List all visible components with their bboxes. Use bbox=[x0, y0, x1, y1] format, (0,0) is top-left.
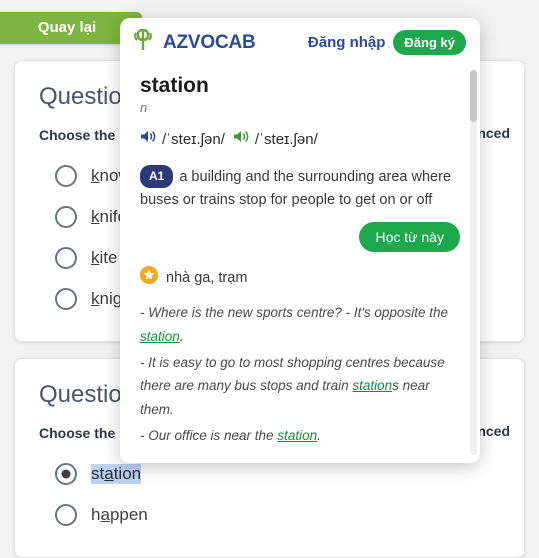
ipa-us: /ˈsteɪ.ʃən/ bbox=[254, 130, 318, 148]
example-keyword[interactable]: station bbox=[140, 329, 180, 344]
radio-button-selected[interactable] bbox=[55, 462, 77, 485]
popup-scrollbar[interactable] bbox=[470, 70, 477, 455]
option-prefix: st bbox=[91, 463, 105, 483]
radio-button[interactable] bbox=[55, 287, 77, 310]
radio-button[interactable] bbox=[55, 246, 77, 269]
ipa-uk: /ˈsteɪ.ʃən/ bbox=[162, 130, 225, 148]
login-link[interactable]: Đăng nhập bbox=[308, 34, 386, 51]
option-first-letter: k bbox=[91, 247, 100, 267]
star-icon[interactable] bbox=[140, 266, 158, 289]
radio-button[interactable] bbox=[55, 205, 77, 228]
example-before: - Where is the new sports centre? - It's… bbox=[140, 305, 448, 321]
popup-header: AZVOCAB Đăng nhập Đăng ký bbox=[120, 18, 480, 63]
example-sentence: - It is easy to go to most shopping cent… bbox=[140, 351, 460, 422]
speaker-icon-uk[interactable] bbox=[140, 129, 157, 149]
example-after: . bbox=[317, 427, 321, 443]
learn-button-row: Học từ này bbox=[140, 222, 460, 253]
translation-text: nhà ga, trạm bbox=[166, 269, 248, 286]
pronunciation-uk[interactable]: /ˈsteɪ.ʃən/ bbox=[140, 129, 225, 149]
popup-body: station n /ˈsteɪ.ʃən/ /ˈsteɪ.ʃən/ A1 a b… bbox=[120, 66, 480, 463]
option-first-letter: k bbox=[91, 288, 100, 308]
leaf-logo-icon bbox=[134, 28, 160, 57]
option-first-letter: k bbox=[91, 165, 100, 185]
phonetics-row: /ˈsteɪ.ʃən/ /ˈsteɪ.ʃən/ bbox=[140, 129, 460, 149]
option-label: station bbox=[91, 463, 142, 484]
option-stress-letter: a bbox=[104, 463, 114, 483]
option-label: kite bbox=[91, 248, 117, 268]
examples-block: - Where is the new sports centre? - It's… bbox=[140, 301, 460, 447]
option-stress-letter: a bbox=[100, 504, 110, 524]
example-sentence: - Our office is near the station. bbox=[140, 424, 460, 448]
word-definition-popup: AZVOCAB Đăng nhập Đăng ký station n /ˈst… bbox=[120, 18, 480, 463]
example-keyword[interactable]: station bbox=[277, 428, 317, 443]
translation-row: nhà ga, trạm bbox=[140, 266, 460, 289]
scrollbar-thumb[interactable] bbox=[470, 70, 477, 122]
option-rest: tion bbox=[113, 463, 142, 483]
auth-controls: Đăng nhập Đăng ký bbox=[308, 30, 466, 55]
azvocab-logo[interactable]: AZVOCAB bbox=[134, 28, 256, 57]
example-after: . bbox=[179, 329, 184, 344]
logo-text: AZVOCAB bbox=[163, 31, 256, 53]
option-rest: ppen bbox=[109, 504, 148, 524]
radio-button[interactable] bbox=[55, 503, 77, 526]
radio-button[interactable] bbox=[55, 164, 77, 187]
example-keyword[interactable]: station bbox=[352, 378, 392, 393]
example-sentence: - Where is the new sports centre? - It's… bbox=[140, 301, 460, 348]
word-headword: station bbox=[140, 74, 209, 97]
cefr-level-badge: A1 bbox=[140, 165, 174, 189]
definition-block: A1 a building and the surrounding area wh… bbox=[140, 165, 460, 212]
speaker-icon-us[interactable] bbox=[233, 129, 250, 149]
option-first-letter: k bbox=[91, 206, 100, 226]
signup-button[interactable]: Đăng ký bbox=[393, 30, 466, 55]
list-item[interactable]: happen bbox=[55, 494, 524, 535]
learn-word-button[interactable]: Học từ này bbox=[359, 222, 460, 253]
option-rest: ite bbox=[99, 247, 118, 267]
part-of-speech: n bbox=[140, 100, 148, 115]
example-before: - Our office is near the bbox=[140, 427, 278, 443]
option-label: happen bbox=[91, 505, 148, 525]
pronunciation-us[interactable]: /ˈsteɪ.ʃən/ bbox=[233, 129, 318, 149]
definition-text: a building and the surrounding area wher… bbox=[140, 169, 452, 209]
